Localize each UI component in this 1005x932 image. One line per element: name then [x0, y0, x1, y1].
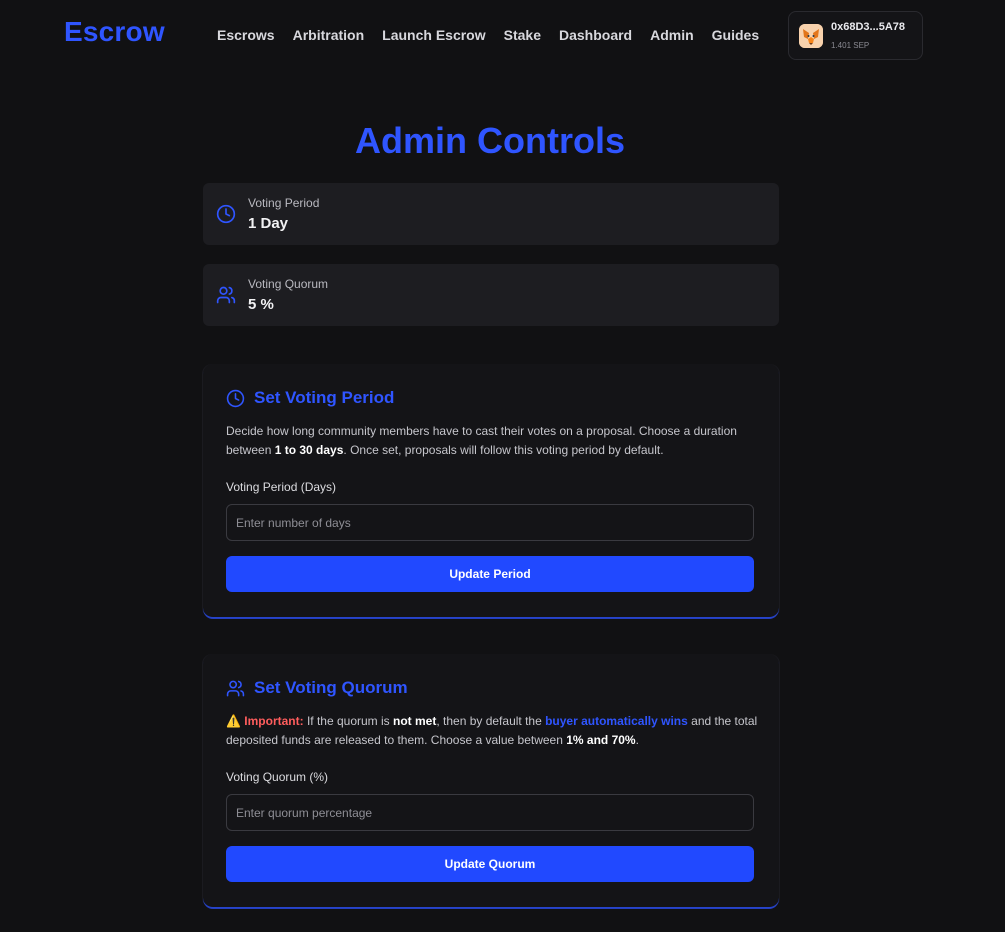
nav-item-admin[interactable]: Admin	[650, 27, 694, 43]
page-title: Admin Controls	[355, 120, 625, 161]
voting-period-field-label: Voting Period (Days)	[226, 480, 337, 494]
desc-highlight: 1% and 70%	[566, 733, 636, 747]
card-header: Set Voting Quorum	[226, 678, 408, 698]
card-header: Set Voting Period	[226, 388, 394, 408]
nav-item-arbitration[interactable]: Arbitration	[293, 27, 365, 43]
warning-icon: ⚠️	[226, 714, 241, 728]
nav-item-escrows[interactable]: Escrows	[217, 27, 275, 43]
top-header: Escrow Escrows Arbitration Launch Escrow…	[0, 0, 1005, 70]
wallet-address: 0x68D3...5A78	[831, 21, 905, 33]
wallet-balance: 1.401 SEP	[831, 41, 870, 50]
update-period-button[interactable]: Update Period	[226, 556, 754, 592]
update-quorum-button[interactable]: Update Quorum	[226, 846, 754, 882]
voting-quorum-value: 5 %	[248, 296, 274, 313]
voting-quorum-stat: Voting Quorum 5 %	[203, 264, 779, 326]
nav-item-dashboard[interactable]: Dashboard	[559, 27, 632, 43]
card-title: Set Voting Period	[254, 388, 395, 407]
card-title: Set Voting Quorum	[254, 678, 408, 697]
voting-quorum-input[interactable]	[226, 794, 754, 831]
app-logo[interactable]: Escrow	[64, 16, 165, 48]
desc-text: . Once set, proposals will follow this v…	[343, 443, 664, 457]
desc-highlight: 1 to 30 days	[274, 443, 344, 457]
clock-icon	[226, 389, 245, 408]
desc-highlight: not met	[393, 714, 437, 728]
wallet-button[interactable]: 0x68D3...5A78 1.401 SEP	[788, 11, 923, 60]
warning-label: Important:	[244, 714, 304, 728]
nav-item-launch-escrow[interactable]: Launch Escrow	[382, 27, 485, 43]
voting-period-input[interactable]	[226, 504, 754, 541]
desc-text: If the quorum is	[303, 714, 393, 728]
voting-period-stat: Voting Period 1 Day	[203, 183, 779, 245]
users-icon	[216, 285, 236, 305]
card-description: ⚠️ Important: If the quorum is not met, …	[226, 712, 761, 750]
clock-icon	[216, 204, 236, 224]
main-nav: Escrows Arbitration Launch Escrow Stake …	[217, 27, 777, 43]
desc-text: .	[635, 733, 639, 747]
nav-item-stake[interactable]: Stake	[504, 27, 541, 43]
voting-quorum-label: Voting Quorum	[248, 277, 329, 291]
voting-quorum-field-label: Voting Quorum (%)	[226, 770, 329, 784]
voting-period-value: 1 Day	[248, 215, 289, 232]
set-voting-quorum-card: Set Voting Quorum ⚠️ Important: If the q…	[203, 654, 779, 908]
metamask-fox-icon	[799, 24, 823, 48]
card-description: Decide how long community members have t…	[226, 422, 761, 460]
voting-period-label: Voting Period	[248, 196, 320, 210]
nav-item-guides[interactable]: Guides	[712, 27, 759, 43]
desc-blue-highlight: buyer automatically wins	[545, 714, 688, 728]
desc-text: , then by default the	[436, 714, 546, 728]
users-icon	[226, 679, 245, 698]
set-voting-period-card: Set Voting Period Decide how long commun…	[203, 364, 779, 618]
